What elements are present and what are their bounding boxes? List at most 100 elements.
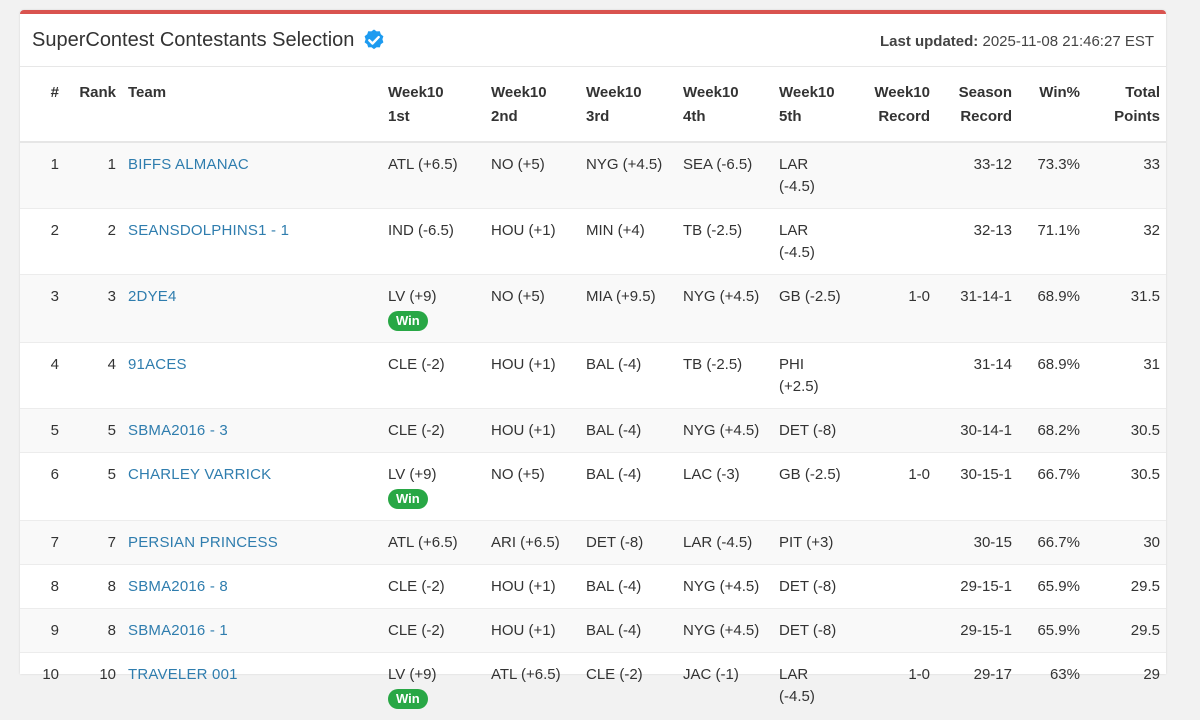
pick-text: PIT (+3) xyxy=(779,532,844,554)
row-team: CHARLEY VARRICK xyxy=(122,453,382,521)
col-week10-5th[interactable]: Week105th xyxy=(773,67,850,142)
row-week-record xyxy=(850,142,936,209)
col-total-points[interactable]: TotalPoints xyxy=(1086,67,1166,142)
row-num: 5 xyxy=(20,409,65,453)
win-badge: Win xyxy=(388,689,428,709)
row-win-pct: 63% xyxy=(1018,653,1086,720)
row-rank: 1 xyxy=(65,142,122,209)
col-week10-3rd-line2: 3rd xyxy=(586,108,609,125)
team-link[interactable]: SBMA2016 - 8 xyxy=(128,578,228,595)
col-week10-2nd-line1: Week10 xyxy=(491,84,547,101)
pick-text: HOU (+1) xyxy=(491,620,574,642)
col-win-pct[interactable]: Win% xyxy=(1018,67,1086,142)
pick-text: LAR (-4.5) xyxy=(779,154,844,198)
page-title: SuperContest Contestants Selection xyxy=(32,28,386,52)
pick-text: PHI (+2.5) xyxy=(779,354,844,398)
row-pick-5: DET (-8) xyxy=(773,409,850,453)
row-num: 9 xyxy=(20,609,65,653)
team-link[interactable]: TRAVELER 001 xyxy=(128,666,238,683)
pick-text: LAC (-3) xyxy=(683,464,767,486)
team-link[interactable]: SBMA2016 - 1 xyxy=(128,622,228,639)
row-win-pct: 68.2% xyxy=(1018,409,1086,453)
pick-text: DET (-8) xyxy=(586,532,671,554)
table-row: 11BIFFS ALMANACATL (+6.5)NO (+5)NYG (+4.… xyxy=(20,142,1166,209)
pick-text: LAR (-4.5) xyxy=(683,532,767,554)
pick-text: DET (-8) xyxy=(779,620,844,642)
row-pick-2: ATL (+6.5) xyxy=(485,653,580,720)
row-week-record: 1-0 xyxy=(850,275,936,343)
col-week10-1st[interactable]: Week101st xyxy=(382,67,485,142)
pick-text: LV (+9) xyxy=(388,286,479,308)
row-team: 2DYE4 xyxy=(122,275,382,343)
team-link[interactable]: 91ACES xyxy=(128,356,187,373)
team-link[interactable]: PERSIAN PRINCESS xyxy=(128,534,278,551)
row-season-record: 29-15-1 xyxy=(936,609,1018,653)
col-season-record-line1: Season xyxy=(959,84,1012,101)
col-season-record[interactable]: SeasonRecord xyxy=(936,67,1018,142)
row-win-pct: 65.9% xyxy=(1018,565,1086,609)
row-pick-2: HOU (+1) xyxy=(485,343,580,409)
team-link[interactable]: BIFFS ALMANAC xyxy=(128,156,249,173)
row-rank: 5 xyxy=(65,409,122,453)
row-total-points: 32 xyxy=(1086,209,1166,275)
col-num[interactable]: # xyxy=(20,67,65,142)
row-pick-1: LV (+9)Win xyxy=(382,453,485,521)
row-rank: 8 xyxy=(65,609,122,653)
row-num: 7 xyxy=(20,521,65,565)
col-team[interactable]: Team xyxy=(122,67,382,142)
row-pick-4: SEA (-6.5) xyxy=(677,142,773,209)
team-link[interactable]: SEANSDOLPHINS1 - 1 xyxy=(128,222,289,239)
table-body: 11BIFFS ALMANACATL (+6.5)NO (+5)NYG (+4.… xyxy=(20,142,1166,720)
row-pick-1: CLE (-2) xyxy=(382,409,485,453)
row-pick-2: HOU (+1) xyxy=(485,209,580,275)
pick-text: NO (+5) xyxy=(491,464,574,486)
table-row: 77PERSIAN PRINCESSATL (+6.5)ARI (+6.5)DE… xyxy=(20,521,1166,565)
row-pick-3: BAL (-4) xyxy=(580,565,677,609)
row-num: 10 xyxy=(20,653,65,720)
row-num: 2 xyxy=(20,209,65,275)
row-team: SBMA2016 - 3 xyxy=(122,409,382,453)
team-link[interactable]: SBMA2016 - 3 xyxy=(128,422,228,439)
row-team: TRAVELER 001 xyxy=(122,653,382,720)
row-pick-2: ARI (+6.5) xyxy=(485,521,580,565)
row-pick-3: BAL (-4) xyxy=(580,343,677,409)
row-pick-2: HOU (+1) xyxy=(485,609,580,653)
pick-text: BAL (-4) xyxy=(586,576,671,598)
row-week-record xyxy=(850,343,936,409)
pick-text: IND (-6.5) xyxy=(388,220,479,242)
col-week10-3rd[interactable]: Week103rd xyxy=(580,67,677,142)
pick-text: NYG (+4.5) xyxy=(683,420,767,442)
pick-text: ATL (+6.5) xyxy=(491,664,574,686)
col-week10-1st-line1: Week10 xyxy=(388,84,444,101)
row-rank: 5 xyxy=(65,453,122,521)
col-week10-4th[interactable]: Week104th xyxy=(677,67,773,142)
col-rank[interactable]: Rank xyxy=(65,67,122,142)
col-week10-2nd[interactable]: Week102nd xyxy=(485,67,580,142)
pick-text: NYG (+4.5) xyxy=(683,620,767,642)
pick-text: LV (+9) xyxy=(388,464,479,486)
pick-text: NO (+5) xyxy=(491,286,574,308)
pick-text: BAL (-4) xyxy=(586,420,671,442)
pick-text: GB (-2.5) xyxy=(779,286,844,308)
pick-text: HOU (+1) xyxy=(491,420,574,442)
pick-text: TB (-2.5) xyxy=(683,220,767,242)
row-num: 6 xyxy=(20,453,65,521)
row-pick-5: GB (-2.5) xyxy=(773,453,850,521)
row-pick-1: LV (+9)Win xyxy=(382,275,485,343)
col-week10-4th-line2: 4th xyxy=(683,108,706,125)
row-pick-1: IND (-6.5) xyxy=(382,209,485,275)
team-link[interactable]: 2DYE4 xyxy=(128,288,177,305)
team-link[interactable]: CHARLEY VARRICK xyxy=(128,466,271,483)
row-season-record: 33-12 xyxy=(936,142,1018,209)
pick-text: BAL (-4) xyxy=(586,354,671,376)
pick-text: NO (+5) xyxy=(491,154,574,176)
row-team: SEANSDOLPHINS1 - 1 xyxy=(122,209,382,275)
col-week10-record[interactable]: Week10Record xyxy=(850,67,936,142)
row-pick-3: BAL (-4) xyxy=(580,409,677,453)
pick-text: SEA (-6.5) xyxy=(683,154,767,176)
pick-text: NYG (+4.5) xyxy=(683,576,767,598)
row-week-record xyxy=(850,409,936,453)
row-pick-5: LAR (-4.5) xyxy=(773,142,850,209)
pick-text: DET (-8) xyxy=(779,576,844,598)
row-week-record xyxy=(850,209,936,275)
